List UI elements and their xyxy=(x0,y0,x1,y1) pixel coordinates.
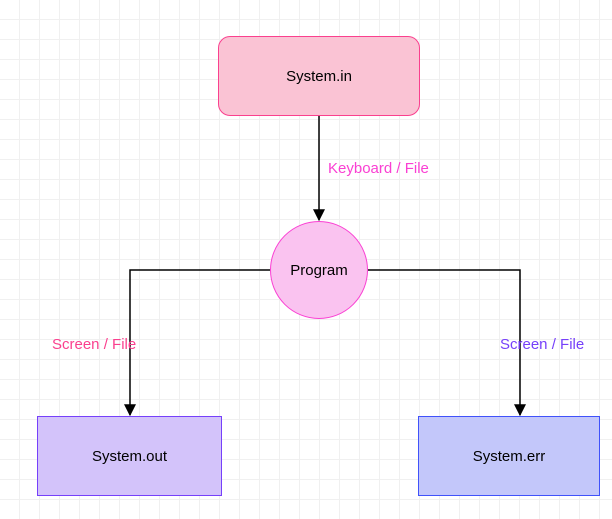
node-program-label: Program xyxy=(290,262,348,279)
edge-label-program-to-out: Screen / File xyxy=(52,336,136,353)
edge-label-program-to-err: Screen / File xyxy=(500,336,584,353)
node-system-out[interactable]: System.out xyxy=(37,416,222,496)
node-system-err[interactable]: System.err xyxy=(418,416,600,496)
node-system-in-label: System.in xyxy=(286,68,352,85)
node-program[interactable]: Program xyxy=(270,221,368,319)
edge-program-to-err xyxy=(368,270,520,415)
node-system-in[interactable]: System.in xyxy=(218,36,420,116)
edge-program-to-out xyxy=(130,270,270,415)
node-system-out-label: System.out xyxy=(92,448,167,465)
edge-label-in-to-program: Keyboard / File xyxy=(328,160,429,177)
node-system-err-label: System.err xyxy=(473,448,546,465)
